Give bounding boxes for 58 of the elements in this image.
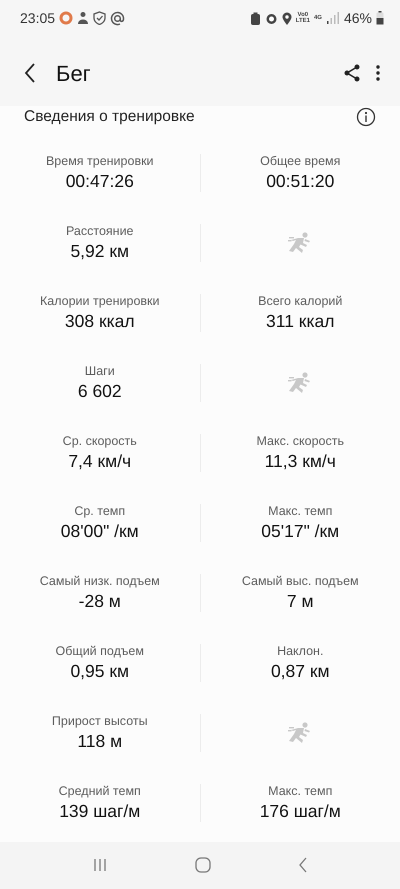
stat-value: 00:51:20 [266,170,334,193]
location-icon [282,12,292,24]
signal-icon [326,12,340,24]
stat-label: Всего калорий [258,293,342,309]
stat-value: 118 м [77,730,122,753]
battery-percent: 46% [344,8,372,28]
stat-label: Прирост высоты [52,713,148,729]
runner-icon [288,372,312,394]
stat-value: 00:47:26 [66,170,134,193]
at-icon [110,10,126,26]
section-title: Сведения о тренировке [24,107,195,127]
alarm-icon [264,12,278,24]
stat-value: 11,3 км/ч [264,450,336,473]
battery-saver-icon [250,12,261,24]
more-icon [376,65,380,82]
stat-label: Макс. темп [268,503,332,519]
stat-label: Самый выс. подъем [242,573,359,589]
stat-label: Ср. скорость [62,433,137,449]
stat-label: Расстояние [66,223,134,239]
stat-label: Общее время [260,153,340,169]
stat-value: 6 602 [78,380,122,403]
recent-apps-icon [92,858,108,872]
stat-value: 176 шаг/м [260,800,341,823]
shield-icon [93,11,106,25]
stat-value: 05'17" /км [261,520,340,543]
ring-icon [59,11,74,25]
battery-icon [376,11,384,25]
back-icon [24,63,36,84]
stat-label: Макс. темп [268,783,332,799]
stat-value: 0,95 км [70,660,130,683]
home-icon [194,857,211,874]
stat-value: 0,87 км [270,660,330,683]
stat-value: -28 м [78,590,121,613]
runner-icon [288,232,312,254]
stat-label: Общий подъем [56,643,144,659]
info-button[interactable] [356,106,376,129]
stat-label: Время тренировки [46,153,154,169]
stat-value: 5,92 км [70,240,130,263]
stat-label: Макс. скорость [256,433,344,449]
stat-value: 311 ккал [266,310,334,333]
person-icon [77,11,90,25]
stat-label: Ср. темп [74,503,126,519]
stat-label: Самый низк. подъем [40,573,160,589]
stat-label: Наклон. [277,643,324,659]
stat-value: 308 ккал [64,310,135,333]
info-icon [356,106,376,127]
share-icon [344,64,360,82]
stat-value: 7,4 км/ч [68,450,132,473]
runner-icon [288,722,312,744]
stat-label: Калории тренировки [40,293,160,309]
stat-value: 139 шаг/м [59,800,140,823]
stat-value: 7 м [286,590,314,613]
stat-label: Средний темп [58,783,141,799]
page-title: Бег [56,60,91,88]
stat-label: Шаги [84,363,115,379]
stat-value: 08'00" /км [60,520,139,543]
back-icon [298,857,308,874]
status-time: 23:05 [20,8,56,28]
